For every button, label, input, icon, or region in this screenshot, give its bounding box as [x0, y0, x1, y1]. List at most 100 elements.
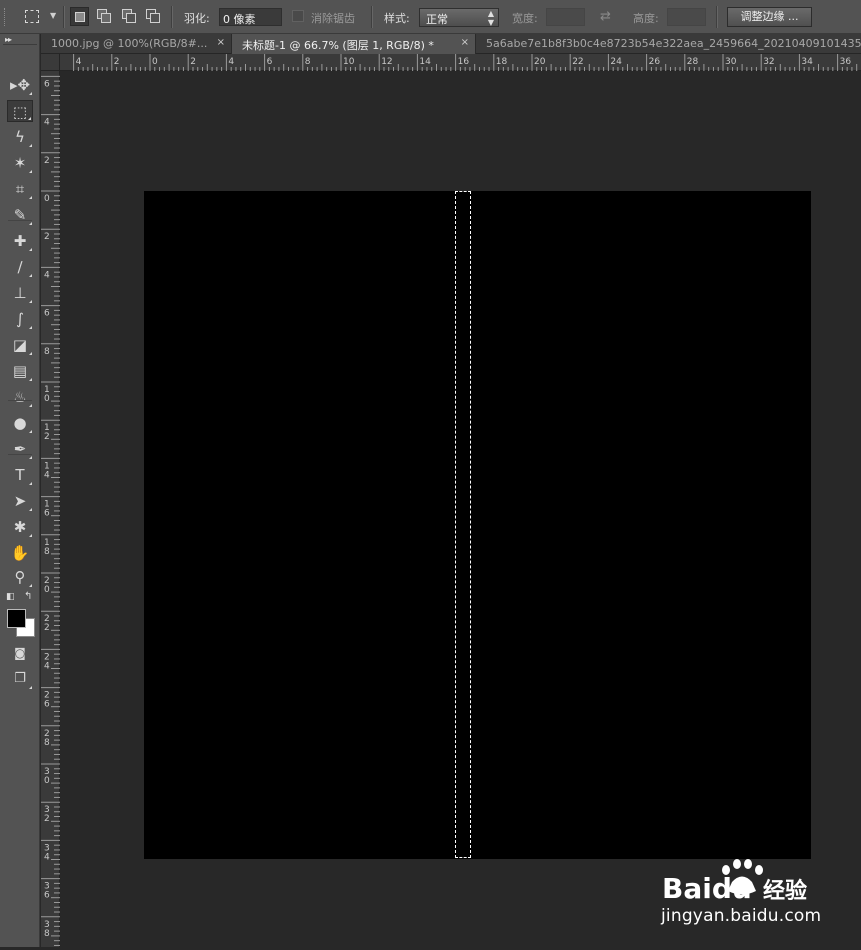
- blur-tool[interactable]: ♨: [7, 386, 33, 408]
- ruler-label: 6: [267, 57, 273, 67]
- tab-1000-jpg[interactable]: 1000.jpg @ 100%(RGB/8#... ×: [41, 34, 232, 54]
- crop-tool[interactable]: ⌗: [7, 178, 33, 200]
- divider: [171, 6, 173, 28]
- ruler-label: 2: [44, 623, 50, 633]
- screen-mode-icon: ❐: [14, 671, 26, 686]
- eraser-icon: ◪: [12, 336, 28, 354]
- zoom-tool[interactable]: ⚲: [7, 566, 33, 588]
- screen-mode-button[interactable]: ❐: [7, 668, 33, 690]
- history-brush-icon: ∫: [16, 310, 24, 328]
- feather-label: 羽化:: [184, 12, 210, 25]
- ruler-label: 18: [496, 57, 508, 67]
- width-label: 宽度:: [512, 12, 538, 25]
- tools-panel: ▸▸ ▸✥ ⬚ ϟ ✶ ⌗ ✎ ✚ ∕ ⊥ ∫ ◪ ▤ ♨ ● ✒ T ➤ ✱ ✋ ⚲ ◧ ↰ ◙ ❐: [0, 34, 40, 947]
- marquee-selection[interactable]: [455, 191, 471, 858]
- document-canvas[interactable]: [144, 191, 811, 859]
- ruler-label: 4: [76, 57, 82, 67]
- divider: [63, 6, 65, 28]
- ruler-label: 4: [44, 852, 50, 862]
- eyedropper-tool[interactable]: ✎: [7, 204, 33, 226]
- ruler-label: 8: [44, 547, 50, 557]
- baidu-jingyan-logo: Baidu 经验: [662, 858, 822, 908]
- swap-dimensions-icon[interactable]: ⇄: [600, 9, 611, 24]
- tool-divider: [8, 220, 32, 221]
- ruler-label: 6: [44, 509, 50, 519]
- close-icon[interactable]: ×: [461, 37, 469, 48]
- intersect-selection-button[interactable]: [144, 7, 163, 26]
- close-icon[interactable]: ×: [217, 37, 225, 48]
- swap-colors-icon[interactable]: ↰: [24, 591, 32, 602]
- add-to-selection-button[interactable]: [95, 7, 114, 26]
- tab-5a6abe7e[interactable]: 5a6abe7e1b8f3b0c4e8723b54e322aea_2459664…: [476, 34, 861, 54]
- ruler-label: 20: [534, 57, 546, 67]
- healing-brush-tool[interactable]: ✚: [7, 230, 33, 252]
- clone-stamp-tool[interactable]: ⊥: [7, 282, 33, 304]
- height-input[interactable]: [667, 8, 706, 26]
- tab-label: 1000.jpg @ 100%(RGB/8#...: [51, 37, 208, 50]
- magic-wand-icon: ✶: [13, 154, 27, 172]
- horizontal-ruler[interactable]: 4 2 0 2 4 6 8 10 12 14 16 18 20 22 24 26 28 30 32 34 36: [60, 54, 861, 71]
- ruler-label: 8: [305, 57, 311, 67]
- new-selection-button[interactable]: [70, 7, 89, 26]
- eraser-tool[interactable]: ◪: [7, 334, 33, 356]
- move-tool[interactable]: ▸✥: [7, 74, 33, 96]
- ruler-label: 34: [801, 57, 813, 67]
- ruler-label: 2: [114, 57, 120, 67]
- ruler-label: 26: [649, 57, 661, 67]
- type-icon: T: [15, 466, 25, 484]
- style-select[interactable]: 正常 ▲ ▼: [419, 8, 499, 27]
- path-selection-tool[interactable]: ➤: [7, 490, 33, 512]
- magic-wand-tool[interactable]: ✶: [7, 152, 33, 174]
- ruler-origin[interactable]: [41, 54, 60, 71]
- ruler-label: 8: [44, 738, 50, 748]
- marquee-icon: ⬚: [12, 103, 28, 121]
- ruler-label: 0: [44, 776, 50, 786]
- document-tabs: 1000.jpg @ 100%(RGB/8#... × 未标题-1 @ 66.7…: [41, 34, 861, 54]
- lasso-icon: ϟ: [15, 128, 25, 146]
- hand-tool[interactable]: ✋: [7, 542, 33, 564]
- ruler-label: 6: [44, 309, 50, 319]
- dodge-tool[interactable]: ●: [7, 412, 33, 434]
- ruler-label: 28: [687, 57, 699, 67]
- tool-preset-picker[interactable]: ▼: [22, 7, 58, 27]
- ruler-label: 10: [343, 57, 355, 67]
- eyedropper-icon: ✎: [13, 206, 27, 224]
- history-brush-tool[interactable]: ∫: [7, 308, 33, 330]
- ruler-label: 2: [44, 232, 50, 242]
- horizontal-ruler-ticks: 4 2 0 2 4 6 8 10 12 14 16 18 20 22 24 26 28 30 32 34 36: [73, 54, 858, 71]
- refine-edge-button[interactable]: 调整边缘 ...: [727, 7, 812, 27]
- quick-mask-button[interactable]: ◙: [7, 642, 33, 664]
- style-select-value: 正常: [426, 13, 448, 26]
- ruler-label: 6: [44, 79, 50, 89]
- width-input[interactable]: [546, 8, 585, 26]
- ruler-label: 6: [44, 700, 50, 710]
- feather-input[interactable]: 0 像素: [219, 8, 282, 26]
- foreground-color-swatch[interactable]: [7, 609, 26, 628]
- rectangular-marquee-tool[interactable]: ⬚: [7, 100, 33, 122]
- type-tool[interactable]: T: [7, 464, 33, 486]
- new-selection-icon: [75, 12, 85, 22]
- default-colors-icon[interactable]: ◧: [6, 592, 15, 602]
- pen-tool[interactable]: ✒: [7, 438, 33, 460]
- vertical-ruler[interactable]: 64202468101214161820222426283032343638: [41, 71, 60, 947]
- stamp-icon: ⊥: [13, 284, 27, 302]
- ruler-label: 4: [44, 118, 50, 128]
- collapse-panel-icon[interactable]: ▸▸: [5, 35, 12, 44]
- tool-divider: [8, 454, 32, 455]
- custom-shape-tool[interactable]: ✱: [7, 516, 33, 538]
- pen-icon: ✒: [13, 440, 27, 458]
- chevron-down-icon: ▼: [50, 11, 57, 20]
- zoom-icon: ⚲: [14, 568, 26, 586]
- anti-alias-checkbox[interactable]: [292, 10, 304, 22]
- crop-icon: ⌗: [15, 180, 25, 198]
- gradient-tool[interactable]: ▤: [7, 360, 33, 382]
- ruler-label: 2: [190, 57, 196, 67]
- lasso-tool[interactable]: ϟ: [7, 126, 33, 148]
- options-bar-grip[interactable]: [4, 8, 8, 26]
- tab-untitled-1[interactable]: 未标题-1 @ 66.7% (图层 1, RGB/8) * ×: [232, 34, 476, 54]
- blur-icon: ♨: [13, 388, 27, 406]
- subtract-from-selection-button[interactable]: [120, 7, 139, 26]
- ruler-label: 0: [44, 194, 50, 204]
- brush-tool[interactable]: ∕: [7, 256, 33, 278]
- quick-mask-icon: ◙: [14, 646, 26, 660]
